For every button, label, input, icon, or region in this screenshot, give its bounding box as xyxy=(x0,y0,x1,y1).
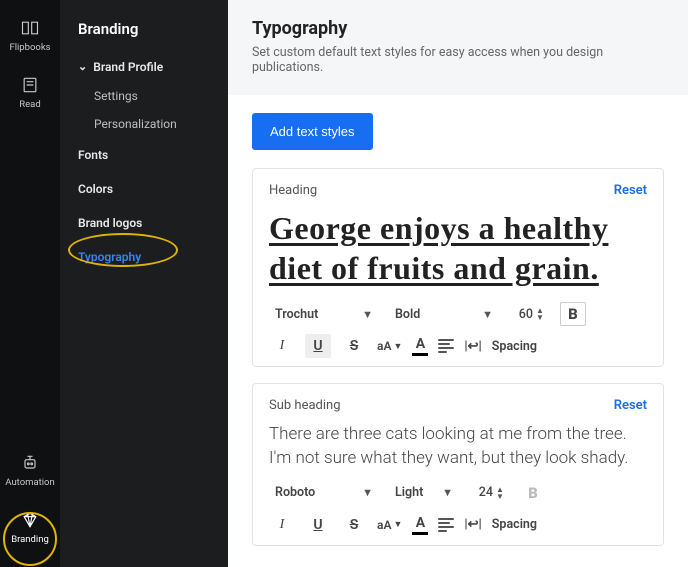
nav-fonts[interactable]: Fonts xyxy=(60,138,228,172)
rail-branding[interactable]: Branding xyxy=(11,510,49,545)
text-color-button[interactable]: A xyxy=(412,336,428,356)
nav-settings[interactable]: Settings xyxy=(60,82,228,110)
font-size-stepper[interactable]: 60 ▲▼ xyxy=(509,307,544,322)
spacing-button[interactable]: Spacing xyxy=(492,517,537,532)
text-direction-button[interactable]: |↩| xyxy=(464,517,481,532)
sidebar: Branding ⌄ Brand Profile Settings Person… xyxy=(60,0,228,567)
text-direction-button[interactable]: |↩| xyxy=(464,339,481,354)
rail-label: Branding xyxy=(11,534,49,545)
page-title: Typography xyxy=(252,18,664,39)
spinner-icon[interactable]: ▲▼ xyxy=(496,486,504,500)
add-text-styles-button[interactable]: Add text styles xyxy=(252,113,373,150)
italic-button[interactable]: I xyxy=(269,513,295,537)
nav-brand-logos[interactable]: Brand logos xyxy=(60,206,228,240)
subheading-style-card: Sub heading Reset There are three cats l… xyxy=(252,383,664,546)
caret-down-icon: ▼ xyxy=(482,308,493,321)
main-panel: Typography Set custom default text style… xyxy=(228,0,688,567)
strikethrough-button[interactable]: S xyxy=(341,334,367,358)
reset-button[interactable]: Reset xyxy=(614,183,647,198)
robot-icon xyxy=(20,453,40,473)
sidebar-nav: ⌄ Brand Profile Settings Personalization… xyxy=(60,52,228,274)
spinner-icon[interactable]: ▲▼ xyxy=(536,307,544,321)
card-label: Heading xyxy=(269,183,317,198)
diamond-icon xyxy=(20,510,40,530)
page-header: Typography Set custom default text style… xyxy=(228,0,688,95)
font-family-select[interactable]: Roboto▼ xyxy=(269,481,379,505)
caret-down-icon: ▼ xyxy=(362,486,373,499)
sample-text[interactable]: George enjoys a healthy diet of fruits a… xyxy=(269,208,647,288)
nav-label: Brand Profile xyxy=(93,60,163,74)
strikethrough-button[interactable]: S xyxy=(341,513,367,537)
content: Add text styles Heading Reset George enj… xyxy=(228,95,688,567)
heading-style-card: Heading Reset George enjoys a healthy di… xyxy=(252,168,664,367)
reset-button[interactable]: Reset xyxy=(614,398,647,413)
font-size-stepper[interactable]: 24 ▲▼ xyxy=(469,485,504,500)
nav-brand-profile[interactable]: ⌄ Brand Profile xyxy=(60,52,228,82)
sidebar-title: Branding xyxy=(60,20,228,52)
italic-button[interactable]: I xyxy=(269,334,295,358)
align-left-button[interactable] xyxy=(438,339,454,353)
app-root: Flipbooks Read Automation Branding Brand… xyxy=(0,0,688,567)
font-weight-select[interactable]: Bold▼ xyxy=(389,302,499,326)
underline-button[interactable]: U xyxy=(305,513,331,537)
page-subtitle: Set custom default text styles for easy … xyxy=(252,45,664,75)
underline-button[interactable]: U xyxy=(305,334,331,358)
book-open-icon xyxy=(20,18,40,38)
icon-rail: Flipbooks Read Automation Branding xyxy=(0,0,60,567)
text-color-button[interactable]: A xyxy=(412,515,428,535)
rail-label: Read xyxy=(19,99,40,110)
rail-flipbooks[interactable]: Flipbooks xyxy=(9,18,50,53)
bold-button[interactable]: B xyxy=(560,302,586,326)
rail-read[interactable]: Read xyxy=(19,75,40,110)
font-family-select[interactable]: Trochut▼ xyxy=(269,302,379,326)
font-weight-select[interactable]: Light▼ xyxy=(389,481,459,505)
rail-label: Automation xyxy=(5,477,54,488)
caret-down-icon: ▼ xyxy=(442,486,453,499)
format-toolbar: Roboto▼ Light▼ 24 ▲▼ B I U xyxy=(269,481,647,537)
card-label: Sub heading xyxy=(269,398,341,413)
rail-label: Flipbooks xyxy=(9,42,50,53)
nav-personalization[interactable]: Personalization xyxy=(60,110,228,138)
align-left-button[interactable] xyxy=(438,518,454,532)
text-case-button[interactable]: aA▼ xyxy=(377,339,402,353)
text-case-button[interactable]: aA▼ xyxy=(377,518,402,532)
rail-automation[interactable]: Automation xyxy=(5,453,54,488)
nav-typography[interactable]: Typography xyxy=(60,240,228,274)
format-toolbar: Trochut▼ Bold▼ 60 ▲▼ B I U xyxy=(269,302,647,358)
file-icon xyxy=(20,75,40,95)
chevron-down-icon: ⌄ xyxy=(78,60,87,73)
nav-colors[interactable]: Colors xyxy=(60,172,228,206)
bold-button[interactable]: B xyxy=(520,481,546,505)
spacing-button[interactable]: Spacing xyxy=(492,339,537,354)
caret-down-icon: ▼ xyxy=(362,308,373,321)
sample-text[interactable]: There are three cats looking at me from … xyxy=(269,423,647,471)
